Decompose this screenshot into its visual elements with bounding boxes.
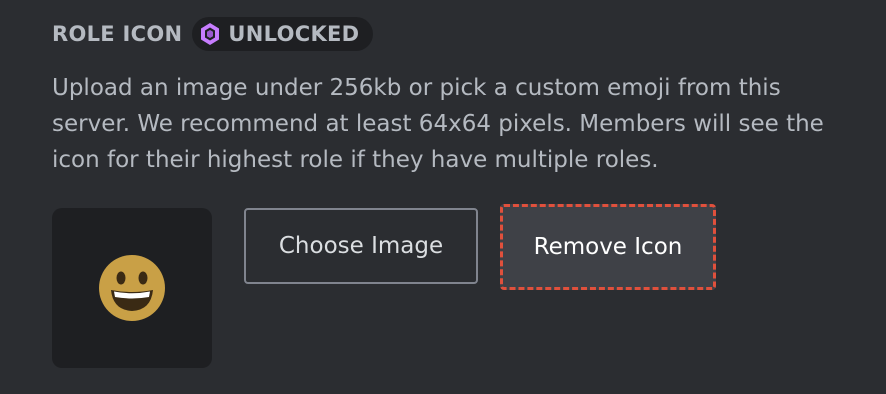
section-header: ROLE ICON UNLOCKED xyxy=(52,17,374,51)
unlocked-badge: UNLOCKED xyxy=(192,17,374,51)
badge-label: UNLOCKED xyxy=(228,22,360,46)
section-title: ROLE ICON xyxy=(52,22,183,46)
role-icon-settings-panel: ROLE ICON UNLOCKED Upload an image under… xyxy=(0,0,886,394)
remove-icon-button[interactable]: Remove Icon xyxy=(500,204,716,290)
grinning-face-emoji-icon xyxy=(98,254,166,322)
choose-image-button[interactable]: Choose Image xyxy=(244,208,478,284)
role-icon-preview[interactable] xyxy=(52,208,212,368)
boost-gem-icon xyxy=(200,22,220,46)
role-icon-description: Upload an image under 256kb or pick a cu… xyxy=(52,75,824,173)
